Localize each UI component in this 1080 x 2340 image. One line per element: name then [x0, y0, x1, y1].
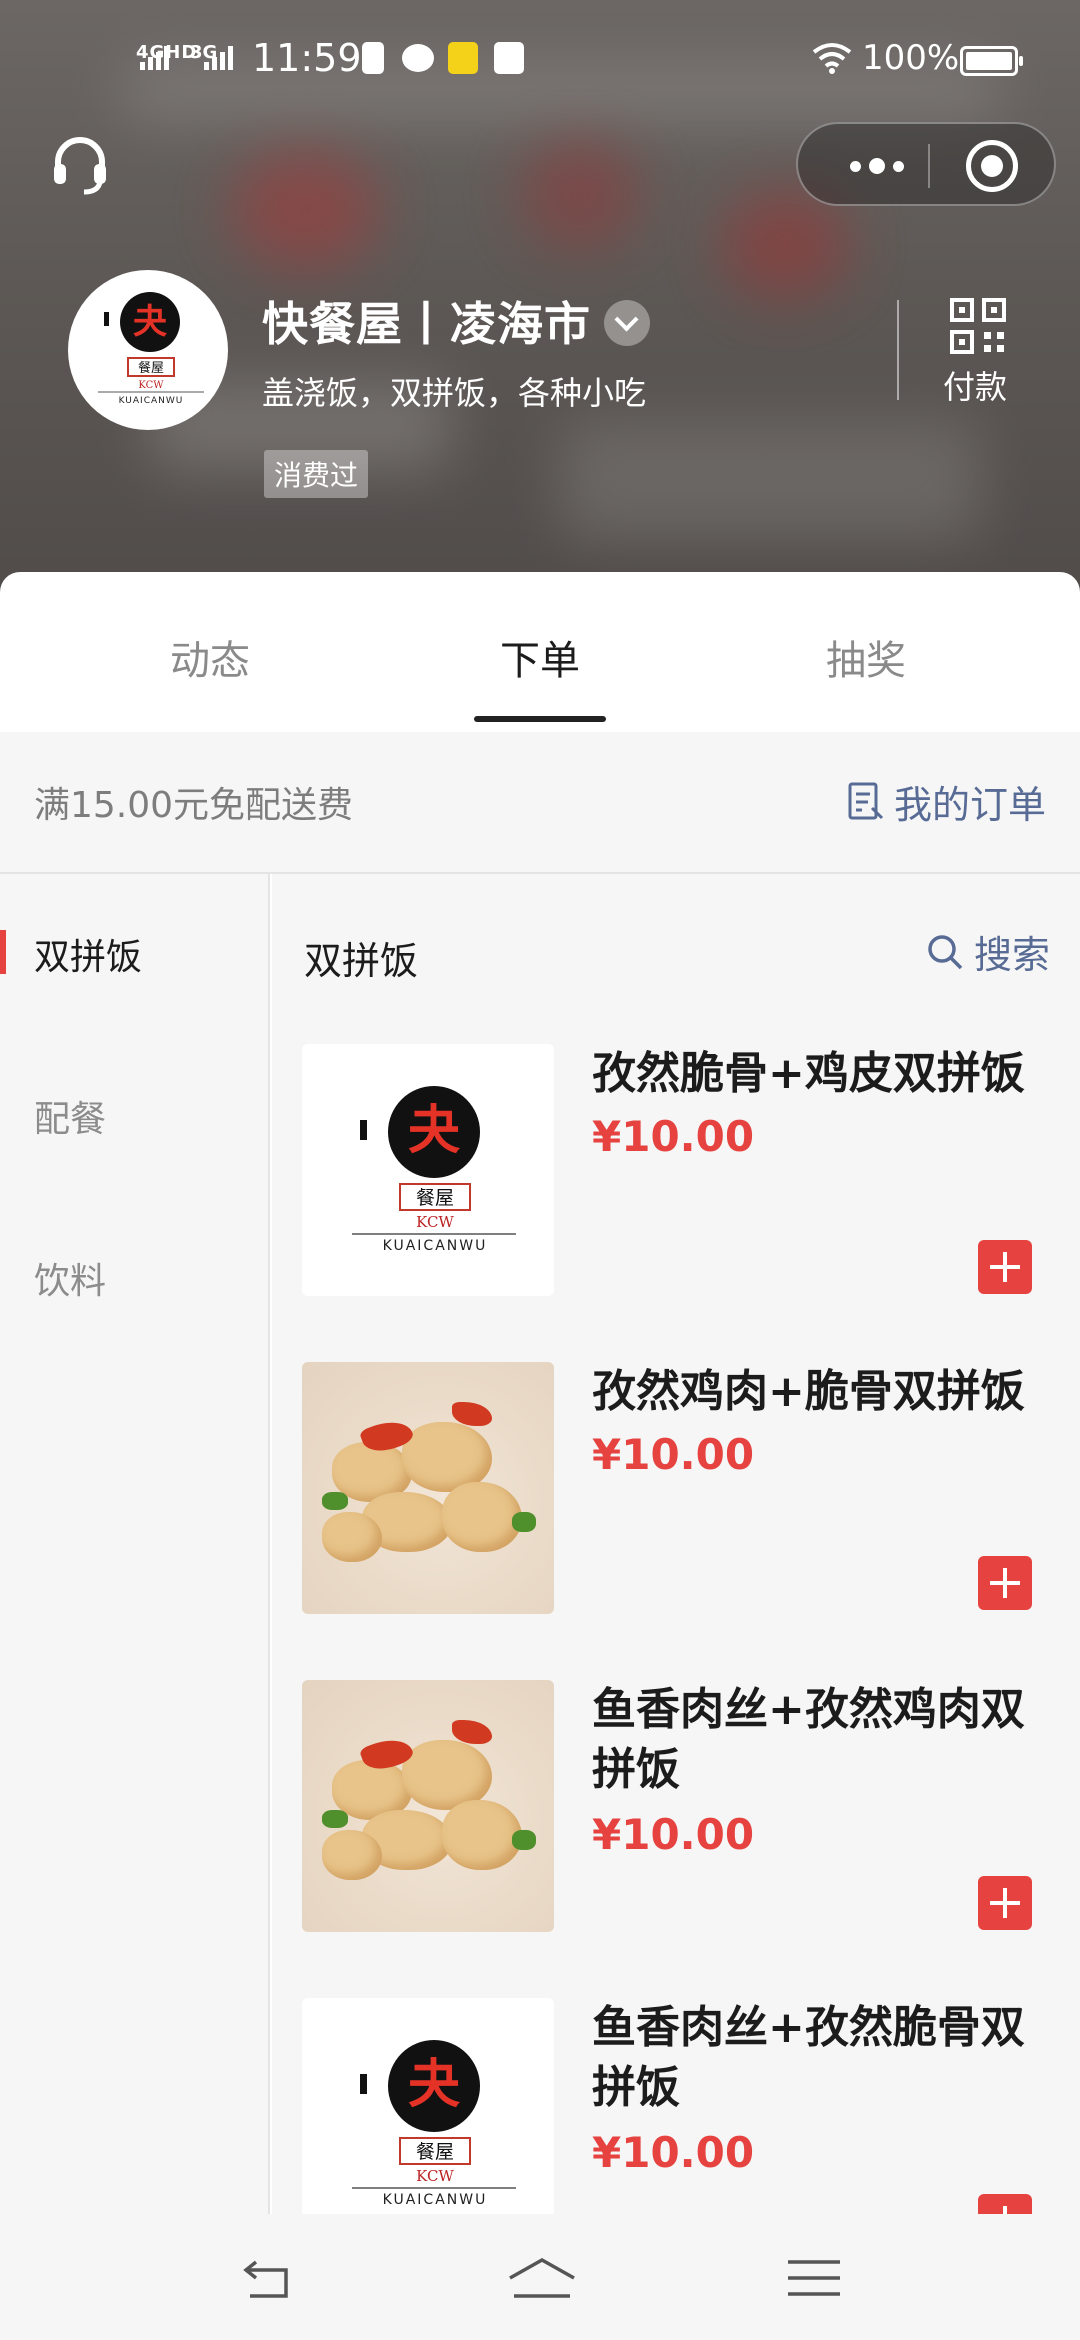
wifi-icon — [812, 43, 852, 74]
menu-item[interactable]: 夬 餐屋 KCW KUAICANWU 孜然脆骨+鸡皮双拼饭 ¥10.00 — [302, 1044, 1052, 1324]
menu-item-image — [302, 1362, 554, 1614]
chevron-down-icon[interactable] — [604, 300, 650, 346]
menu-item-image: 夬 餐屋 KCW KUAICANWU — [302, 1044, 554, 1296]
pay-button-label[interactable]: 付款 — [943, 362, 1007, 408]
svg-text:夬: 夬 — [408, 1101, 461, 1161]
active-tab-indicator — [474, 716, 606, 722]
svg-text:KUAICANWU: KUAICANWU — [383, 1238, 488, 1254]
search-button[interactable]: 搜索 — [926, 924, 1050, 979]
qr-code-icon[interactable] — [950, 298, 1006, 354]
add-to-cart-button[interactable] — [978, 1876, 1032, 1930]
svg-text:KUAICANWU: KUAICANWU — [119, 396, 184, 406]
menu-item-price: ¥10.00 — [592, 1810, 755, 1859]
shop-logo: 夬 餐屋 KCW KUAICANWU — [68, 270, 228, 430]
shop-description: 盖浇饭，双拼饭，各种小吃 — [262, 374, 647, 412]
tab-order[interactable]: 下单 — [500, 628, 580, 686]
order-list-icon — [848, 782, 884, 819]
free-delivery-notice: 满15.00元免配送费 — [34, 785, 354, 826]
menu-item-price: ¥10.00 — [592, 1112, 755, 1161]
shop-name[interactable]: 快餐屋丨凌海市 — [262, 288, 591, 354]
tab-bar: 动态 下单 抽奖 — [0, 572, 1080, 732]
category-item[interactable]: 饮料 — [34, 1252, 106, 1304]
menu-item[interactable]: 夬 餐屋 KCW KUAICANWU 鱼香肉丝+孜然脆骨双拼饭 ¥10.00 — [302, 1998, 1052, 2214]
alipay-icon — [494, 42, 524, 74]
add-to-cart-button[interactable] — [978, 1556, 1032, 1610]
miniprogram-capsule — [796, 122, 1056, 206]
svg-text:餐屋: 餐屋 — [416, 2141, 454, 2163]
system-navigation-bar — [0, 2214, 1080, 2340]
svg-text:KUAICANWU: KUAICANWU — [383, 2192, 488, 2208]
status-bar: 4GHD 3G 11:59 100% — [0, 30, 1080, 90]
menu-item-price: ¥10.00 — [592, 1430, 755, 1479]
section-title: 双拼饭 — [304, 939, 419, 983]
menu-item-name: 孜然鸡肉+脆骨双拼饭 — [592, 1366, 1025, 1417]
svg-text:KCW: KCW — [416, 1213, 454, 1231]
svg-text:KCW: KCW — [416, 2167, 454, 2185]
menu-item[interactable]: 孜然鸡肉+脆骨双拼饭 ¥10.00 — [302, 1362, 1052, 1642]
signal-strength-icon — [140, 44, 169, 70]
battery-icon — [960, 46, 1023, 76]
delivery-notice-bar: 满15.00元免配送费 我的订单 — [0, 732, 1080, 874]
tab-feed[interactable]: 动态 — [170, 628, 250, 686]
battery-percentage: 100% — [862, 38, 960, 78]
my-orders-label: 我的订单 — [893, 783, 1046, 827]
tab-lottery[interactable]: 抽奖 — [826, 628, 906, 686]
clipboard-icon — [362, 42, 384, 74]
more-options-icon[interactable] — [832, 146, 922, 186]
close-miniprogram-icon[interactable] — [966, 140, 1018, 192]
menu-list: 双拼饭 搜索 夬 餐屋 KCW KUAICANWU 孜然脆骨+鸡皮双拼饭 ¥10… — [272, 874, 1080, 2214]
order-panel: 动态 下单 抽奖 满15.00元免配送费 我的订单 双拼饭 配餐 饮料 双拼饭 — [0, 572, 1080, 2340]
customer-service-icon[interactable] — [48, 134, 112, 198]
svg-text:夬: 夬 — [408, 2055, 461, 2115]
category-item[interactable]: 配餐 — [34, 1090, 106, 1142]
menu-item[interactable]: 鱼香肉丝+孜然鸡肉双拼饭 ¥10.00 — [302, 1680, 1052, 1960]
visited-badge: 消费过 — [264, 450, 369, 498]
signal-strength-icon-2 — [204, 44, 233, 70]
divider — [897, 300, 899, 400]
svg-text:KCW: KCW — [138, 380, 164, 391]
menu-item-price: ¥10.00 — [592, 2128, 755, 2177]
active-category-marker — [0, 930, 6, 974]
search-label: 搜索 — [973, 933, 1050, 977]
add-to-cart-button[interactable] — [978, 1240, 1032, 1294]
menu-item-image: 夬 餐屋 KCW KUAICANWU — [302, 1998, 554, 2214]
kcw-logo-image: 夬 餐屋 KCW KUAICANWU — [98, 292, 204, 406]
category-sidebar: 双拼饭 配餐 饮料 — [0, 874, 270, 2214]
menu-icon[interactable] — [784, 2256, 844, 2302]
clock: 11:59 — [252, 36, 362, 80]
app-notification-icon — [448, 42, 478, 74]
menu-item-name: 鱼香肉丝+孜然鸡肉双拼饭 — [592, 1684, 1025, 1795]
home-icon[interactable] — [506, 2256, 578, 2302]
back-icon[interactable] — [240, 2256, 300, 2302]
menu-item-name: 孜然脆骨+鸡皮双拼饭 — [592, 1048, 1025, 1099]
my-orders-link[interactable]: 我的订单 — [848, 774, 1046, 829]
chat-icon — [402, 44, 434, 72]
add-to-cart-button[interactable] — [978, 2194, 1032, 2214]
svg-text:餐屋: 餐屋 — [416, 1187, 454, 1209]
svg-text:夬: 夬 — [133, 302, 168, 342]
menu-item-image — [302, 1680, 554, 1932]
svg-text:餐屋: 餐屋 — [138, 360, 164, 376]
menu-item-name: 鱼香肉丝+孜然脆骨双拼饭 — [592, 2002, 1025, 2113]
category-item[interactable]: 双拼饭 — [34, 928, 142, 980]
search-icon — [928, 934, 963, 969]
